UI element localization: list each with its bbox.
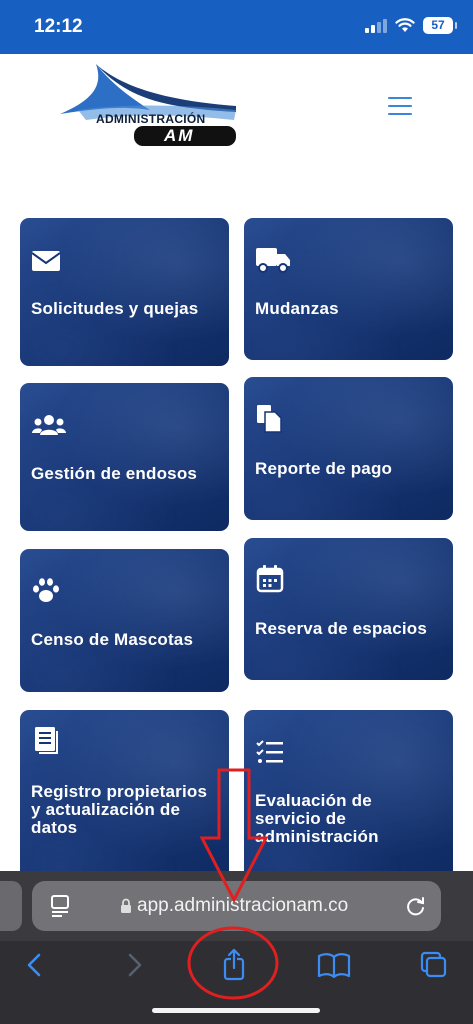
wifi-icon [395,18,415,32]
paw-icon [33,578,59,602]
card-evaluacion-servicio[interactable]: Evaluación de servicio de administración [244,710,453,885]
logo-text-line1: ADMINISTRACIÓN [96,112,206,126]
card-label: Reserva de espacios [255,619,428,638]
card-gestion-endosos[interactable]: Gestión de endosos [20,383,229,531]
card-label-line: datos [31,818,78,837]
card-label: Gestión de endosos [31,464,198,483]
truck-icon [256,248,290,273]
calendar-icon [256,565,284,593]
browser-url-bar-area: app.administracionam.co [0,871,473,941]
card-label-line: Registro propietarios [31,782,208,801]
status-icons: 57 [365,17,457,34]
cellular-signal-icon [365,18,387,33]
battery-indicator: 57 [423,17,457,34]
card-label-line: Evaluación de [255,791,372,810]
card-label-line: administración [255,827,379,846]
copy-file-icon [257,405,282,433]
card-label: Reporte de pago [255,459,393,478]
logo-swoosh-icon [60,64,236,146]
logo-text-line2: AM [164,126,195,145]
card-registro-propietarios[interactable]: Registro propietarios y actualización de… [20,710,229,885]
menu-hamburger-icon[interactable] [388,97,412,119]
card-censo-mascotas[interactable]: Censo de Mascotas [20,549,229,692]
bookmarks-icon[interactable] [314,947,354,983]
home-indicator [152,1008,320,1013]
card-solicitudes-quejas[interactable]: Solicitudes y quejas [20,218,229,366]
page-menu-icon[interactable] [50,894,72,918]
address-bar[interactable]: app.administracionam.co [32,881,441,931]
card-mudanzas[interactable]: Mudanzas [244,218,453,360]
card-reporte-pago[interactable]: Reporte de pago [244,377,453,520]
card-label-line: servicio de [255,809,347,828]
tabs-icon[interactable] [414,947,454,983]
card-label: Registro propietarios y actualización de… [31,783,221,837]
back-icon[interactable] [14,947,54,983]
document-icon [35,727,58,754]
card-label-line: y actualización de [31,800,181,819]
envelope-icon [31,251,61,271]
share-icon[interactable] [214,947,254,983]
lock-icon [121,898,131,913]
checklist-icon [256,740,283,763]
previous-tab-peek[interactable] [0,881,22,931]
status-time: 12:12 [34,16,83,37]
card-label: Solicitudes y quejas [31,299,199,318]
logo[interactable]: ADMINISTRACIÓN AM [58,60,240,148]
card-label: Mudanzas [255,299,339,318]
reload-icon[interactable] [405,895,427,917]
status-bar: 12:12 57 [0,0,473,54]
forward-icon[interactable] [114,947,154,983]
card-reserva-espacios[interactable]: Reserva de espacios [244,538,453,680]
card-label: Evaluación de servicio de administración [255,792,445,846]
users-icon [32,415,66,435]
url-text: app.administracionam.co [137,895,349,916]
card-label: Censo de Mascotas [31,630,194,649]
